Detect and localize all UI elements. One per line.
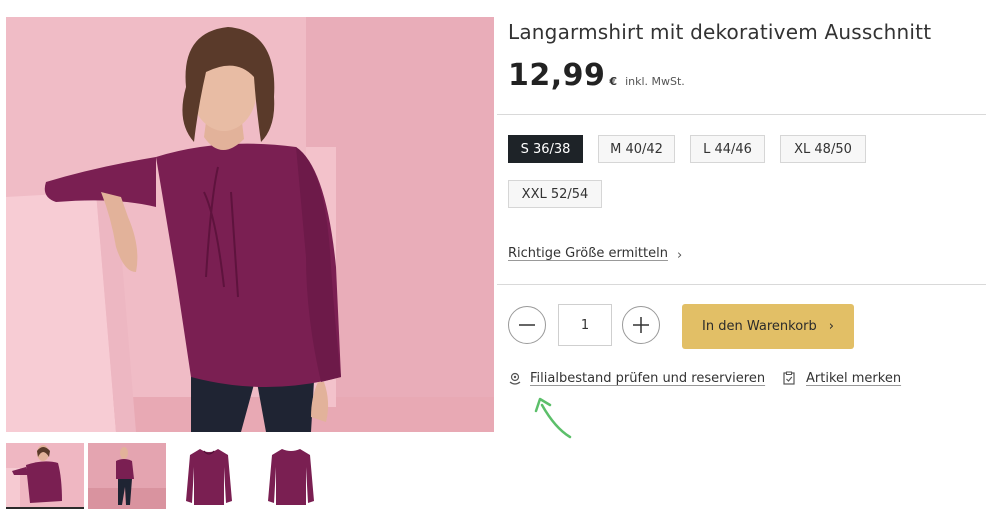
- price-row: 12,99 € inkl. MwSt.: [508, 58, 685, 93]
- price: 12,99: [508, 58, 606, 93]
- store-stock-link[interactable]: Filialbestand prüfen und reservieren: [530, 371, 765, 386]
- model-photo: [6, 17, 494, 432]
- size-option-xxl[interactable]: XXL 52/54: [508, 180, 602, 208]
- product-main-image[interactable]: [6, 17, 494, 432]
- size-guide-link[interactable]: Richtige Größe ermitteln: [508, 246, 668, 261]
- thumbnail-image: [6, 443, 84, 507]
- annotation-arrow-icon: [534, 397, 572, 439]
- quantity-increase-button[interactable]: [622, 306, 660, 344]
- thumbnail-4[interactable]: [252, 443, 330, 509]
- thumbnail-1[interactable]: [6, 443, 84, 509]
- thumbnail-2[interactable]: [88, 443, 166, 509]
- chevron-right-icon: ›: [677, 248, 683, 263]
- quantity-decrease-button[interactable]: [508, 306, 546, 344]
- quantity-input[interactable]: [558, 304, 612, 346]
- currency: €: [609, 75, 618, 88]
- divider: [497, 114, 986, 115]
- size-option-s[interactable]: S 36/38: [508, 135, 583, 163]
- thumbnail-image: [252, 443, 330, 509]
- product-title: Langarmshirt mit dekorativem Ausschnitt: [508, 20, 932, 44]
- minus-icon: [519, 324, 535, 326]
- add-to-cart-label: In den Warenkorb: [702, 319, 817, 334]
- thumbnail-image: [88, 443, 166, 509]
- add-to-cart-button[interactable]: In den Warenkorb ›: [682, 304, 854, 349]
- clipboard-check-icon: [783, 371, 795, 385]
- size-option-m[interactable]: M 40/42: [598, 135, 675, 163]
- thumbnail-image: [170, 443, 248, 509]
- chevron-right-icon: ›: [828, 319, 834, 334]
- tax-note: inkl. MwSt.: [625, 75, 685, 88]
- size-option-l[interactable]: L 44/46: [690, 135, 765, 163]
- location-pin-icon: [509, 372, 521, 385]
- thumbnail-strip: [6, 443, 330, 509]
- thumbnail-3[interactable]: [170, 443, 248, 509]
- wishlist-link[interactable]: Artikel merken: [806, 371, 901, 386]
- divider: [497, 284, 986, 285]
- size-option-xl[interactable]: XL 48/50: [780, 135, 866, 163]
- plus-icon: [633, 317, 649, 333]
